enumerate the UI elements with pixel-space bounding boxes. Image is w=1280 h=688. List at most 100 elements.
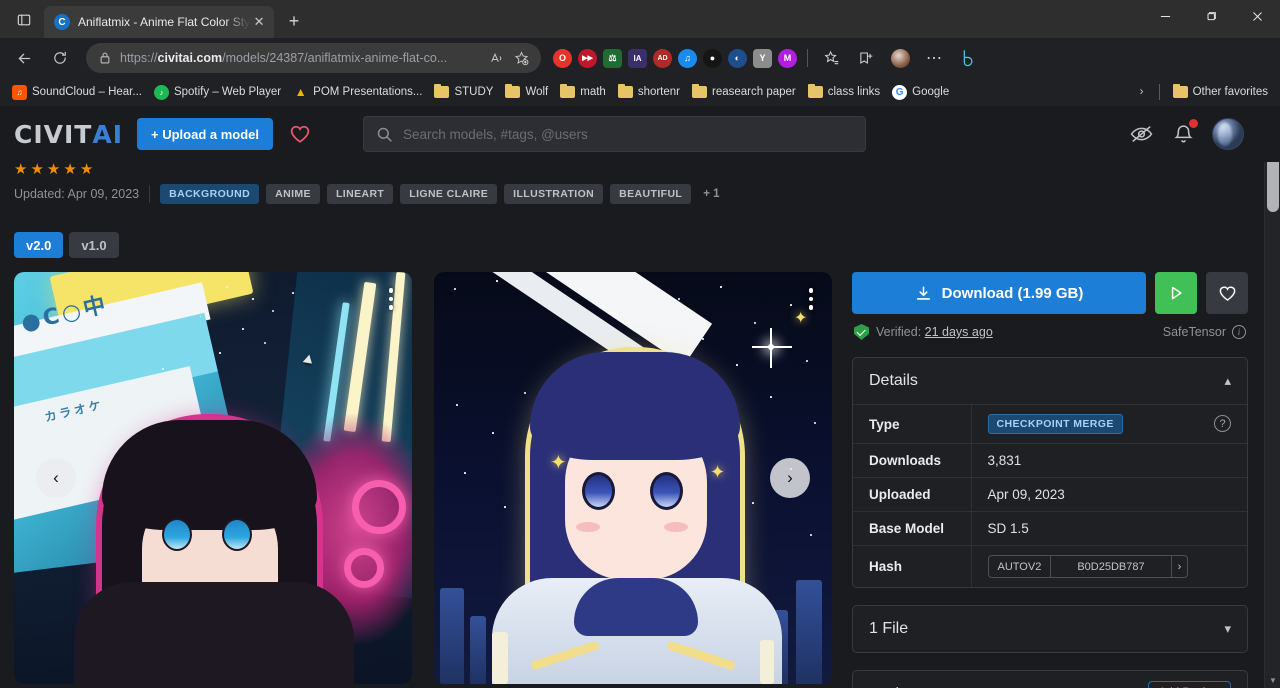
favorite-model-button[interactable] <box>1206 272 1248 314</box>
tag-ligne-claire[interactable]: LIGNE CLAIRE <box>400 184 497 204</box>
address-bar[interactable]: https://civitai.com/models/24387/aniflat… <box>86 43 541 73</box>
browser-settings-more-icon[interactable]: ⋯ <box>920 44 948 72</box>
tab-close-button[interactable]: ✕ <box>250 13 268 31</box>
extension-shazam-extension[interactable]: ♫ <box>678 49 697 68</box>
reviews-card-header: Reviews Add Review <box>853 671 1247 688</box>
rating-stars: ★ ★ ★ ★ ★ <box>14 162 1266 178</box>
bookmark-google[interactable]: G Google <box>886 82 955 103</box>
tag-background[interactable]: BACKGROUND <box>160 184 259 204</box>
collections-icon[interactable] <box>818 44 846 72</box>
image-options-menu[interactable] <box>380 284 402 314</box>
user-avatar[interactable] <box>1212 118 1244 150</box>
bookmark-pom-presentations[interactable]: ▲ POM Presentations... <box>287 82 428 103</box>
tag-lineart[interactable]: LINEART <box>327 184 393 204</box>
eye-off-icon[interactable] <box>1128 121 1154 147</box>
bookmark-soundcloud[interactable]: ♫ SoundCloud – Hear... <box>6 82 148 103</box>
notification-badge <box>1189 119 1198 128</box>
notifications-bell-icon[interactable] <box>1170 121 1196 147</box>
hash-expand-button[interactable]: › <box>1172 556 1188 577</box>
decor-hair-star: ✦ <box>710 462 725 483</box>
new-tab-button[interactable]: + <box>280 7 308 35</box>
model-sidebar: Download (1.99 GB) Veri <box>852 272 1266 678</box>
site-info-lock-icon[interactable] <box>94 51 116 65</box>
extension-colorful-extension[interactable]: ◐ <box>728 49 747 68</box>
extensions-tray: O ▶▶ ⚖ IA AD ♫ ● ◐ Y M <box>547 44 982 72</box>
civitai-logo[interactable]: CIVITAI <box>14 120 123 149</box>
site-search-box[interactable] <box>363 116 866 152</box>
image-options-menu[interactable] <box>800 284 822 314</box>
extension-yandex-extension[interactable]: Y <box>753 49 772 68</box>
soundcloud-icon: ♫ <box>12 85 27 100</box>
copilot-icon[interactable] <box>954 44 982 72</box>
version-tab-v2[interactable]: v2.0 <box>14 232 63 258</box>
heart-icon[interactable] <box>285 119 315 149</box>
reload-button[interactable] <box>45 43 75 73</box>
gallery-next-button[interactable]: › <box>770 458 810 498</box>
extension-location-extension[interactable]: ● <box>703 49 722 68</box>
maximize-button[interactable] <box>1188 0 1234 32</box>
bookmark-folder-math[interactable]: math <box>554 83 612 101</box>
table-row: Downloads 3,831 <box>853 444 1247 478</box>
verified-time-link[interactable]: 21 days ago <box>925 325 993 339</box>
extension-grammarly-extension[interactable]: ⚖ <box>603 49 622 68</box>
logo-white-part: CIVIT <box>14 120 92 149</box>
tab-favicon: C <box>54 14 70 30</box>
download-button[interactable]: Download (1.99 GB) <box>852 272 1146 314</box>
read-aloud-icon[interactable] <box>485 46 509 70</box>
bookmark-spotify[interactable]: ♪ Spotify – Web Player <box>148 82 287 103</box>
back-button[interactable] <box>9 43 39 73</box>
tag-anime[interactable]: ANIME <box>266 184 320 204</box>
upload-model-button[interactable]: + Upload a model <box>137 118 273 150</box>
table-row: Type CHECKPOINT MERGE ? <box>853 405 1247 444</box>
tags-more-button[interactable]: + 1 <box>698 188 719 200</box>
reviews-card: Reviews Add Review <box>852 670 1248 688</box>
tag-illustration[interactable]: ILLUSTRATION <box>504 184 603 204</box>
bookmark-folder-class-links[interactable]: class links <box>802 83 886 101</box>
gallery-prev-button[interactable]: ‹ <box>36 458 76 498</box>
search-input[interactable] <box>403 127 853 142</box>
row-value: Apr 09, 2023 <box>971 478 1247 512</box>
bookmark-folder-study[interactable]: STUDY <box>428 83 499 101</box>
bookmark-folder-reasearch-paper[interactable]: reasearch paper <box>686 83 802 101</box>
chevron-down-icon[interactable]: ▾ <box>1224 621 1231 637</box>
type-help-icon[interactable]: ? <box>1214 415 1231 432</box>
chevron-up-icon[interactable]: ▴ <box>1224 373 1231 389</box>
gallery-image-2[interactable]: ✦ ✦ ✦ <box>434 272 832 684</box>
add-favorite-icon[interactable] <box>509 46 533 70</box>
bookmark-other-favorites[interactable]: Other favorites <box>1167 83 1274 101</box>
browser-profile-avatar[interactable] <box>886 44 914 72</box>
header-actions <box>1128 118 1266 150</box>
details-card-header[interactable]: Details ▴ <box>853 358 1247 404</box>
extension-magenta-extension[interactable]: M <box>778 49 797 68</box>
add-review-button[interactable]: Add Review <box>1148 681 1231 688</box>
verification-row: Verified: 21 days ago SafeTensor i <box>852 324 1248 340</box>
info-icon[interactable]: i <box>1232 325 1246 339</box>
extension-fast-forward-extension[interactable]: ▶▶ <box>578 49 597 68</box>
files-card-header[interactable]: 1 File ▾ <box>853 606 1247 652</box>
version-tab-v1[interactable]: v1.0 <box>69 232 118 258</box>
close-window-button[interactable] <box>1234 0 1280 32</box>
type-badge[interactable]: CHECKPOINT MERGE <box>988 414 1123 434</box>
extension-internet-archive-extension[interactable]: IA <box>628 49 647 68</box>
bookmark-folder-shortenr[interactable]: shortenr <box>612 83 686 101</box>
folder-icon <box>505 86 520 98</box>
run-model-button[interactable] <box>1155 272 1197 314</box>
bookmark-folder-wolf[interactable]: Wolf <box>499 83 554 101</box>
decor-candle <box>492 632 508 684</box>
files-card[interactable]: 1 File ▾ <box>852 605 1248 653</box>
extension-opera-extension[interactable]: O <box>553 49 572 68</box>
hash-digest[interactable]: B0D25DB787 <box>1051 556 1171 577</box>
tab-search-button[interactable] <box>8 5 40 35</box>
scroll-down-button[interactable]: ▼ <box>1265 672 1280 688</box>
extension-adblock-extension[interactable]: AD <box>653 49 672 68</box>
bookmarks-overflow-chevron[interactable]: › <box>1132 82 1152 102</box>
gallery-image-1[interactable]: ●C○中 カラオケ <box>14 272 412 684</box>
details-title: Details <box>869 372 918 390</box>
minimize-button[interactable] <box>1142 0 1188 32</box>
browser-tab[interactable]: C Aniflatmix - Anime Flat Color Sty ✕ <box>44 6 274 38</box>
decor-character-eye <box>222 518 252 551</box>
download-icon <box>915 285 932 302</box>
add-collection-icon[interactable] <box>852 44 880 72</box>
page-scrollbar[interactable]: ▲ ▼ <box>1264 106 1280 688</box>
tag-beautiful[interactable]: BEAUTIFUL <box>610 184 691 204</box>
